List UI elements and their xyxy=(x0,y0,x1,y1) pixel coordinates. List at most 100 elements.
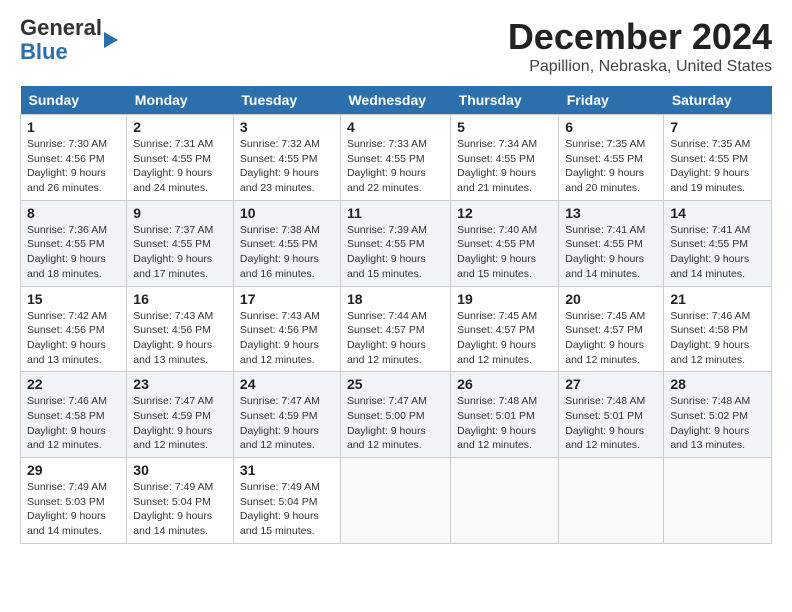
day-number: 14 xyxy=(670,205,765,221)
calendar-cell: 5 Sunrise: 7:34 AM Sunset: 4:55 PM Dayli… xyxy=(451,115,559,201)
calendar-cell: 14 Sunrise: 7:41 AM Sunset: 4:55 PM Dayl… xyxy=(664,200,772,286)
day-number: 7 xyxy=(670,119,765,135)
logo-general: General xyxy=(20,15,102,40)
calendar-cell: 22 Sunrise: 7:46 AM Sunset: 4:58 PM Dayl… xyxy=(21,372,127,458)
day-number: 3 xyxy=(240,119,334,135)
day-number: 6 xyxy=(565,119,657,135)
day-info: Sunrise: 7:47 AM Sunset: 4:59 PM Dayligh… xyxy=(133,395,213,451)
day-number: 9 xyxy=(133,205,227,221)
day-number: 19 xyxy=(457,291,552,307)
day-number: 20 xyxy=(565,291,657,307)
day-info: Sunrise: 7:32 AM Sunset: 4:55 PM Dayligh… xyxy=(240,138,320,194)
day-number: 8 xyxy=(27,205,120,221)
calendar-cell: 25 Sunrise: 7:47 AM Sunset: 5:00 PM Dayl… xyxy=(340,372,450,458)
calendar-cell: 4 Sunrise: 7:33 AM Sunset: 4:55 PM Dayli… xyxy=(340,115,450,201)
day-of-week-header: Sunday xyxy=(21,86,127,115)
logo-arrow-icon xyxy=(104,32,118,48)
calendar-cell: 23 Sunrise: 7:47 AM Sunset: 4:59 PM Dayl… xyxy=(127,372,234,458)
location-title: Papillion, Nebraska, United States xyxy=(508,58,772,76)
day-info: Sunrise: 7:43 AM Sunset: 4:56 PM Dayligh… xyxy=(133,310,213,366)
day-number: 31 xyxy=(240,462,334,478)
day-of-week-header: Monday xyxy=(127,86,234,115)
day-info: Sunrise: 7:45 AM Sunset: 4:57 PM Dayligh… xyxy=(565,310,645,366)
calendar-cell: 1 Sunrise: 7:30 AM Sunset: 4:56 PM Dayli… xyxy=(21,115,127,201)
day-info: Sunrise: 7:47 AM Sunset: 4:59 PM Dayligh… xyxy=(240,395,320,451)
day-number: 13 xyxy=(565,205,657,221)
calendar-cell: 6 Sunrise: 7:35 AM Sunset: 4:55 PM Dayli… xyxy=(559,115,664,201)
calendar-cell: 31 Sunrise: 7:49 AM Sunset: 5:04 PM Dayl… xyxy=(233,458,340,544)
calendar-cell: 9 Sunrise: 7:37 AM Sunset: 4:55 PM Dayli… xyxy=(127,200,234,286)
calendar-cell xyxy=(559,458,664,544)
calendar-cell: 16 Sunrise: 7:43 AM Sunset: 4:56 PM Dayl… xyxy=(127,286,234,372)
day-info: Sunrise: 7:34 AM Sunset: 4:55 PM Dayligh… xyxy=(457,138,537,194)
day-info: Sunrise: 7:49 AM Sunset: 5:04 PM Dayligh… xyxy=(240,481,320,537)
day-number: 5 xyxy=(457,119,552,135)
day-info: Sunrise: 7:37 AM Sunset: 4:55 PM Dayligh… xyxy=(133,224,213,280)
day-info: Sunrise: 7:40 AM Sunset: 4:55 PM Dayligh… xyxy=(457,224,537,280)
day-number: 2 xyxy=(133,119,227,135)
day-info: Sunrise: 7:49 AM Sunset: 5:04 PM Dayligh… xyxy=(133,481,213,537)
day-number: 11 xyxy=(347,205,444,221)
calendar-cell xyxy=(451,458,559,544)
calendar-cell: 15 Sunrise: 7:42 AM Sunset: 4:56 PM Dayl… xyxy=(21,286,127,372)
calendar-cell: 12 Sunrise: 7:40 AM Sunset: 4:55 PM Dayl… xyxy=(451,200,559,286)
title-area: December 2024 Papillion, Nebraska, Unite… xyxy=(508,16,772,76)
day-info: Sunrise: 7:48 AM Sunset: 5:01 PM Dayligh… xyxy=(565,395,645,451)
day-info: Sunrise: 7:47 AM Sunset: 5:00 PM Dayligh… xyxy=(347,395,427,451)
day-number: 24 xyxy=(240,376,334,392)
day-info: Sunrise: 7:48 AM Sunset: 5:02 PM Dayligh… xyxy=(670,395,750,451)
day-info: Sunrise: 7:33 AM Sunset: 4:55 PM Dayligh… xyxy=(347,138,427,194)
calendar-cell: 11 Sunrise: 7:39 AM Sunset: 4:55 PM Dayl… xyxy=(340,200,450,286)
day-info: Sunrise: 7:44 AM Sunset: 4:57 PM Dayligh… xyxy=(347,310,427,366)
day-number: 4 xyxy=(347,119,444,135)
calendar-cell: 28 Sunrise: 7:48 AM Sunset: 5:02 PM Dayl… xyxy=(664,372,772,458)
day-info: Sunrise: 7:41 AM Sunset: 4:55 PM Dayligh… xyxy=(565,224,645,280)
calendar-cell: 3 Sunrise: 7:32 AM Sunset: 4:55 PM Dayli… xyxy=(233,115,340,201)
calendar-cell: 13 Sunrise: 7:41 AM Sunset: 4:55 PM Dayl… xyxy=(559,200,664,286)
calendar-cell: 7 Sunrise: 7:35 AM Sunset: 4:55 PM Dayli… xyxy=(664,115,772,201)
day-number: 30 xyxy=(133,462,227,478)
day-of-week-header: Saturday xyxy=(664,86,772,115)
calendar-cell xyxy=(664,458,772,544)
day-info: Sunrise: 7:35 AM Sunset: 4:55 PM Dayligh… xyxy=(565,138,645,194)
day-of-week-header: Friday xyxy=(559,86,664,115)
day-number: 10 xyxy=(240,205,334,221)
day-number: 23 xyxy=(133,376,227,392)
calendar-cell: 20 Sunrise: 7:45 AM Sunset: 4:57 PM Dayl… xyxy=(559,286,664,372)
day-info: Sunrise: 7:38 AM Sunset: 4:55 PM Dayligh… xyxy=(240,224,320,280)
day-number: 21 xyxy=(670,291,765,307)
day-info: Sunrise: 7:30 AM Sunset: 4:56 PM Dayligh… xyxy=(27,138,107,194)
day-info: Sunrise: 7:42 AM Sunset: 4:56 PM Dayligh… xyxy=(27,310,107,366)
calendar-cell: 30 Sunrise: 7:49 AM Sunset: 5:04 PM Dayl… xyxy=(127,458,234,544)
day-of-week-header: Wednesday xyxy=(340,86,450,115)
day-info: Sunrise: 7:36 AM Sunset: 4:55 PM Dayligh… xyxy=(27,224,107,280)
calendar-table: SundayMondayTuesdayWednesdayThursdayFrid… xyxy=(20,86,772,544)
day-number: 27 xyxy=(565,376,657,392)
day-info: Sunrise: 7:41 AM Sunset: 4:55 PM Dayligh… xyxy=(670,224,750,280)
calendar-cell: 10 Sunrise: 7:38 AM Sunset: 4:55 PM Dayl… xyxy=(233,200,340,286)
calendar-cell: 27 Sunrise: 7:48 AM Sunset: 5:01 PM Dayl… xyxy=(559,372,664,458)
calendar-cell: 26 Sunrise: 7:48 AM Sunset: 5:01 PM Dayl… xyxy=(451,372,559,458)
calendar-cell: 2 Sunrise: 7:31 AM Sunset: 4:55 PM Dayli… xyxy=(127,115,234,201)
day-info: Sunrise: 7:31 AM Sunset: 4:55 PM Dayligh… xyxy=(133,138,213,194)
calendar-cell: 18 Sunrise: 7:44 AM Sunset: 4:57 PM Dayl… xyxy=(340,286,450,372)
day-number: 15 xyxy=(27,291,120,307)
day-info: Sunrise: 7:45 AM Sunset: 4:57 PM Dayligh… xyxy=(457,310,537,366)
day-info: Sunrise: 7:35 AM Sunset: 4:55 PM Dayligh… xyxy=(670,138,750,194)
day-number: 28 xyxy=(670,376,765,392)
day-info: Sunrise: 7:46 AM Sunset: 4:58 PM Dayligh… xyxy=(670,310,750,366)
day-number: 18 xyxy=(347,291,444,307)
logo: General Blue xyxy=(20,16,118,64)
month-title: December 2024 xyxy=(508,16,772,58)
day-info: Sunrise: 7:43 AM Sunset: 4:56 PM Dayligh… xyxy=(240,310,320,366)
day-of-week-header: Thursday xyxy=(451,86,559,115)
day-number: 26 xyxy=(457,376,552,392)
calendar-cell: 17 Sunrise: 7:43 AM Sunset: 4:56 PM Dayl… xyxy=(233,286,340,372)
day-number: 25 xyxy=(347,376,444,392)
day-of-week-header: Tuesday xyxy=(233,86,340,115)
day-number: 16 xyxy=(133,291,227,307)
calendar-cell: 24 Sunrise: 7:47 AM Sunset: 4:59 PM Dayl… xyxy=(233,372,340,458)
logo-blue: Blue xyxy=(20,39,68,64)
day-number: 17 xyxy=(240,291,334,307)
calendar-cell xyxy=(340,458,450,544)
